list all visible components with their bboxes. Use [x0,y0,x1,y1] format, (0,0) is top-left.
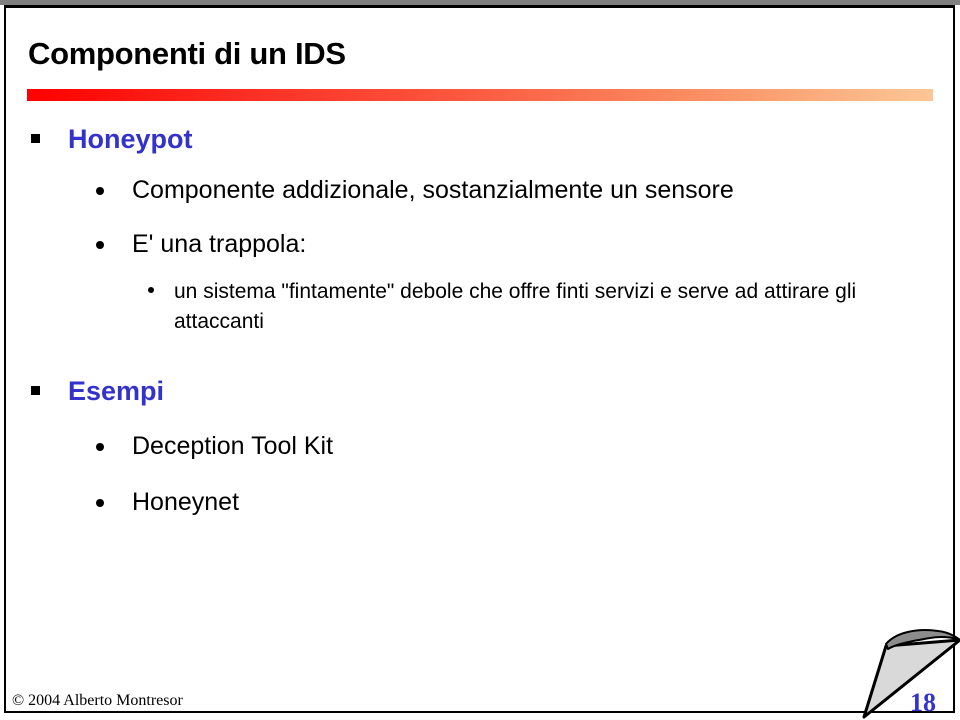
square-bullet-icon [30,124,41,150]
page-number: 18 [910,688,936,717]
bullet-item-componente-addizionale: Componente addizionale, sostanzialmente … [96,176,734,204]
bullet-item-honeynet: Honeynet [96,488,239,516]
round-bullet-icon [96,432,106,460]
bullet-item-un-sistema-fintamente-debole: un sistema "fintamente" debole che offre… [148,277,926,337]
round-bullet-icon [96,488,106,516]
round-bullet-icon [96,176,106,204]
square-bullet-icon [30,376,41,402]
bullet-item-esempi: Esempi [30,376,164,406]
bullet-item-honeypot: Honeypot [30,124,193,154]
slide-body: Honeypot Componente addizionale, sostanz… [0,0,960,720]
bullet-label: Deception Tool Kit [132,432,334,460]
bullet-item-deception-tool-kit: Deception Tool Kit [96,432,333,460]
slide: Componenti di un IDS Honeypot Componente… [0,0,960,720]
copyright-text: © 2004 Alberto Montresor [12,692,183,709]
bullet-label: Honeynet [132,488,240,516]
small-round-bullet-icon [148,277,156,303]
bullet-label: Componente addizionale, sostanzialmente … [132,176,734,204]
bullet-label: E' una trappola: [132,230,307,258]
bullet-label: Esempi [68,376,165,406]
bullet-label: Honeypot [68,124,193,154]
round-bullet-icon [96,230,106,258]
bullet-item-e-una-trappola: E' una trappola: [96,230,306,258]
bullet-label: un sistema "fintamente" debole che offre… [174,280,857,333]
